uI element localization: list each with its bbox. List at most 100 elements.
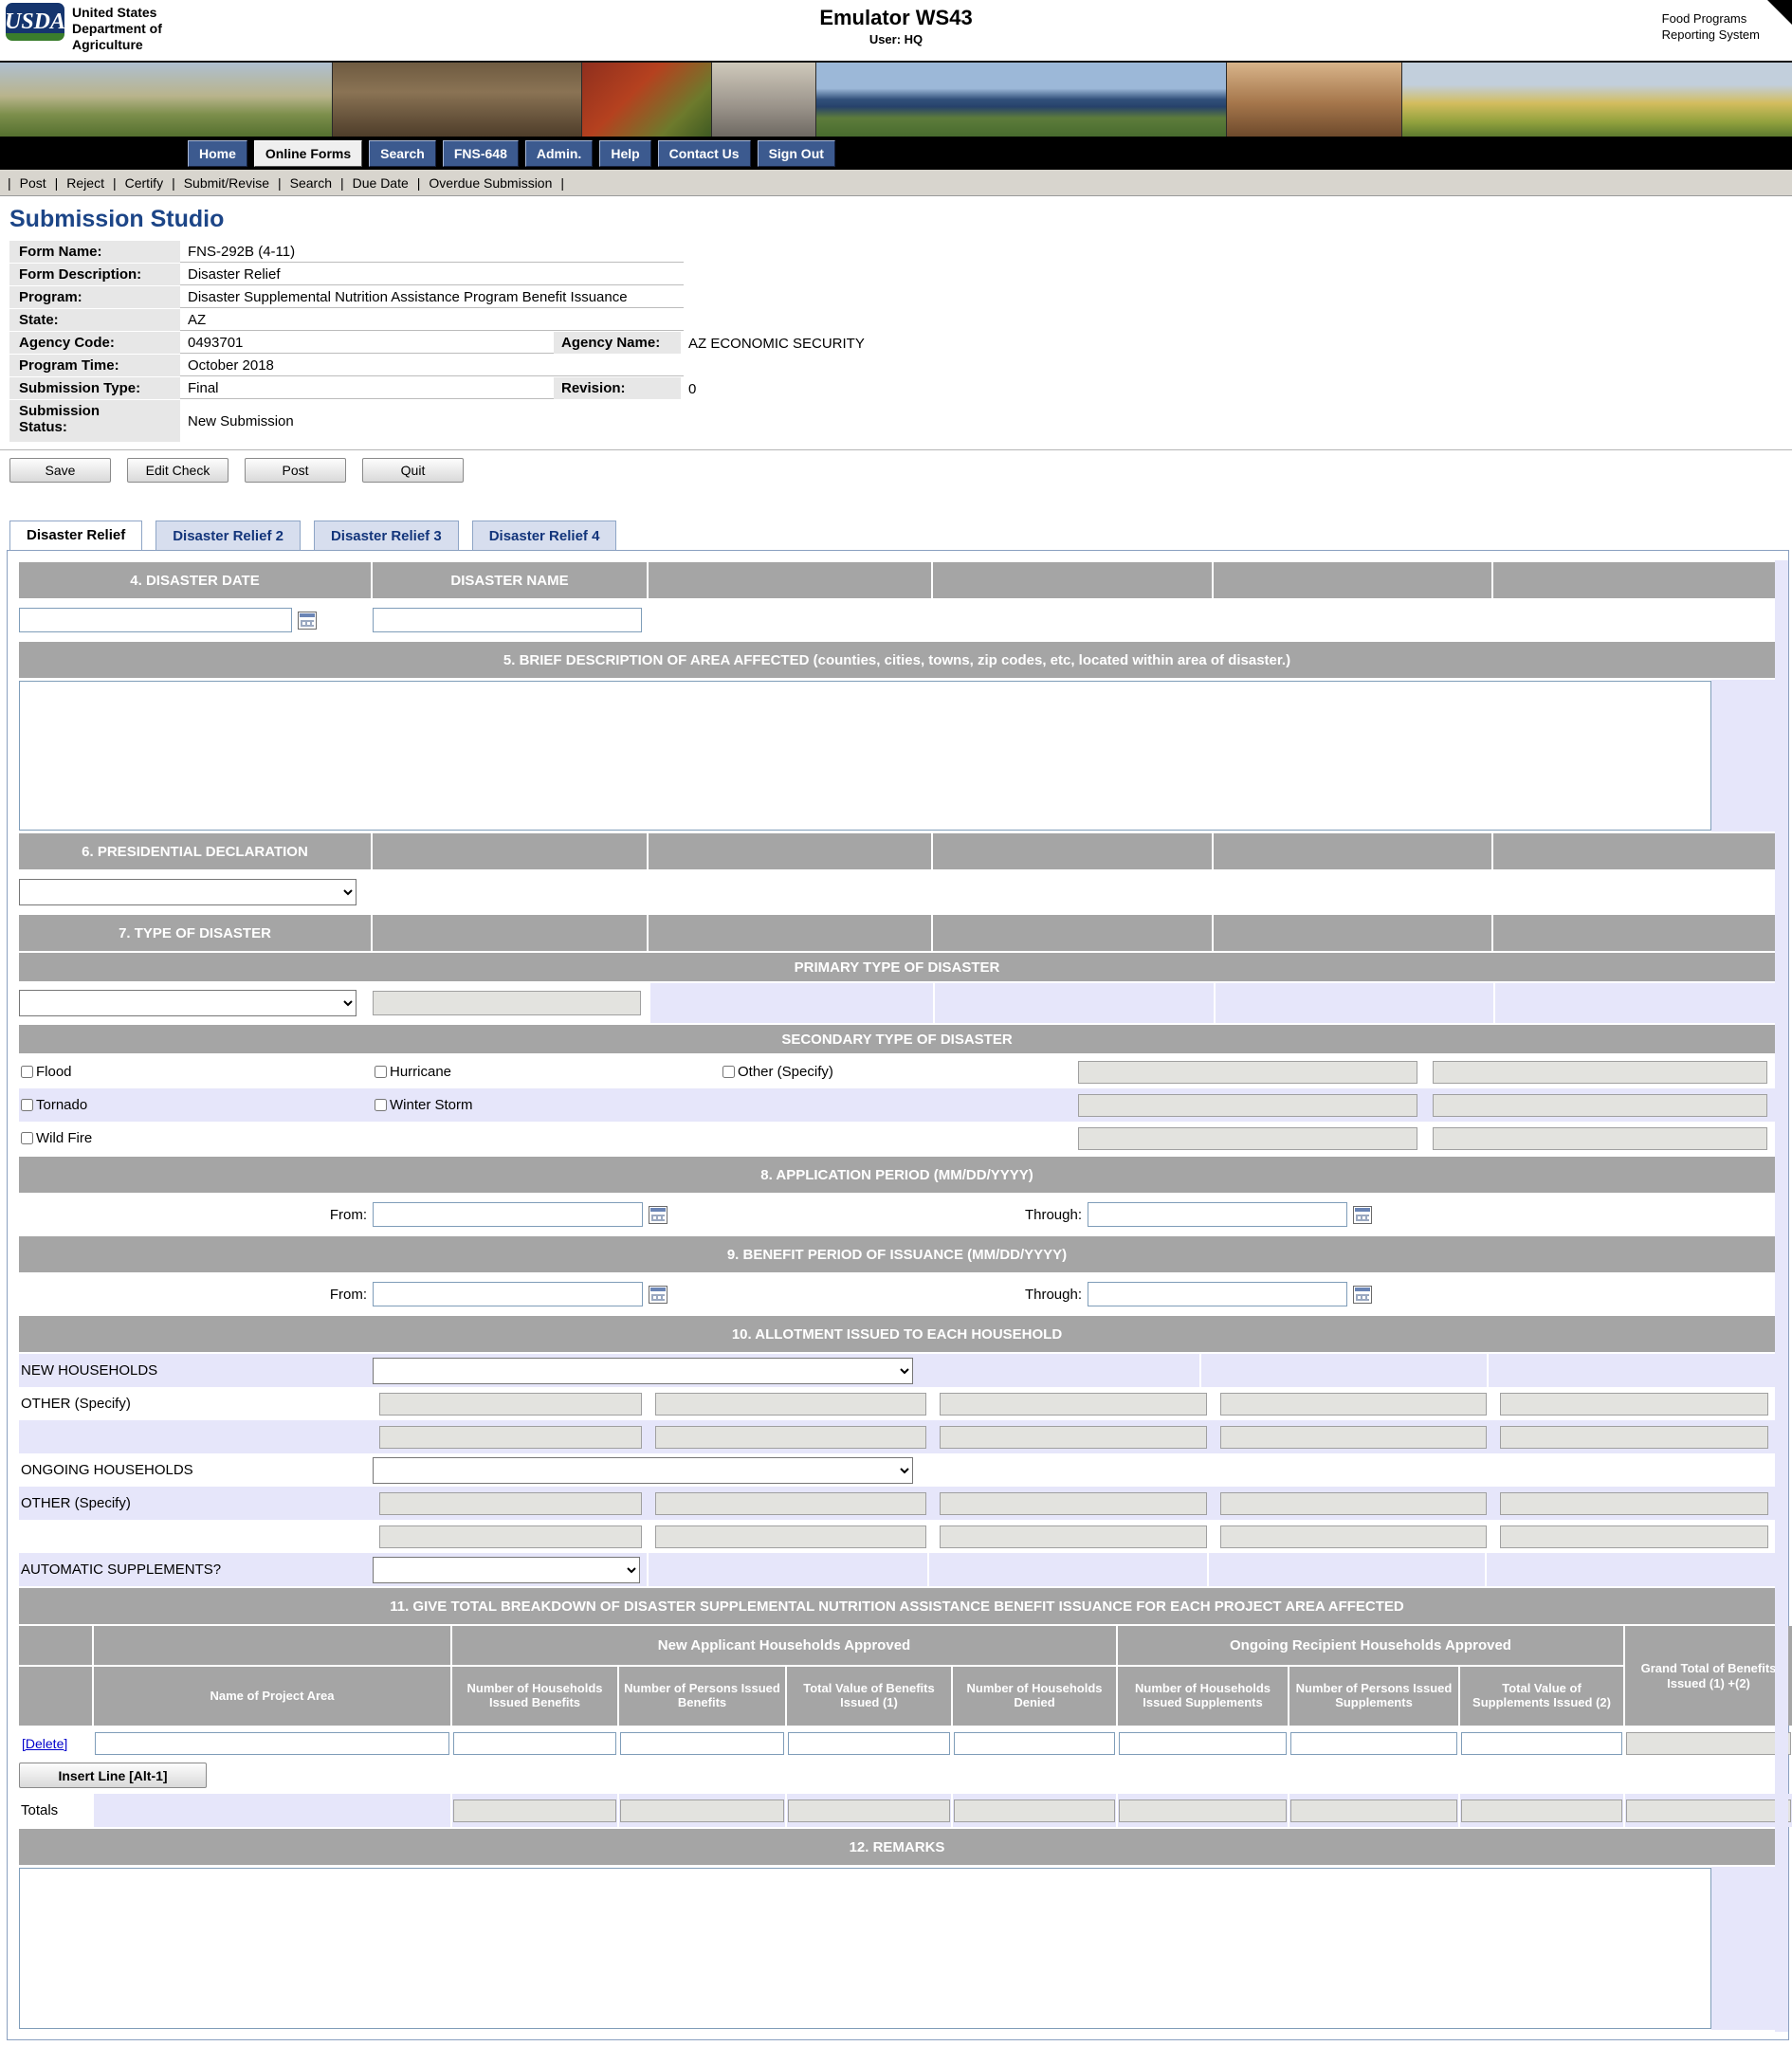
- calendar-icon[interactable]: [649, 1206, 667, 1224]
- flood-checkbox[interactable]: [21, 1066, 33, 1078]
- secondary-other-input-2b: [1433, 1094, 1767, 1117]
- nav-search[interactable]: Search: [369, 140, 436, 167]
- area-description-textarea[interactable]: [19, 681, 1711, 831]
- nav-contact-us[interactable]: Contact Us: [658, 140, 751, 167]
- toolbar-submit-revise[interactable]: Submit/Revise: [184, 175, 269, 191]
- hurricane-label: Hurricane: [390, 1064, 451, 1080]
- secondary-other-input-3a: [1078, 1127, 1417, 1150]
- disaster-name-input[interactable]: [373, 608, 642, 632]
- nav-help[interactable]: Help: [599, 140, 650, 167]
- nav-admin[interactable]: Admin.: [525, 140, 593, 167]
- produce-photo: [581, 63, 711, 137]
- delete-row-link[interactable]: [Delete]: [20, 1736, 67, 1751]
- benefit-through-input[interactable]: [1088, 1282, 1347, 1306]
- col-header-hh-denied: Number of Households Denied: [953, 1667, 1116, 1726]
- new-other-input-6: [379, 1426, 642, 1449]
- ongoing-households-allotment-select[interactable]: [373, 1457, 913, 1484]
- save-button[interactable]: Save: [9, 458, 111, 483]
- grand-total-header: Grand Total of Benefits Issued (1) +(2): [1625, 1626, 1792, 1726]
- page-title: Submission Studio: [9, 206, 1792, 233]
- info-row-submission-type: Submission Type: Final Revision: 0: [9, 377, 1773, 399]
- tab-disaster-relief-4[interactable]: Disaster Relief 4: [472, 521, 617, 550]
- system-line-2: Reporting System: [1662, 27, 1760, 44]
- separator: |: [278, 175, 282, 191]
- new-households-allotment-select[interactable]: [373, 1358, 913, 1384]
- insert-line-button[interactable]: Insert Line [Alt-1]: [19, 1763, 207, 1788]
- secondary-other-cell-3a: [1070, 1127, 1425, 1150]
- header-cell-empty: [933, 833, 1214, 869]
- tornado-checkbox[interactable]: [21, 1099, 33, 1111]
- total-value-benefits: [788, 1799, 950, 1822]
- photo-banner: [0, 61, 1792, 137]
- secondary-disaster-type-header: SECONDARY TYPE OF DISASTER: [19, 1025, 1775, 1053]
- toolbar-post[interactable]: Post: [20, 175, 46, 191]
- wild-fire-checkbox[interactable]: [21, 1132, 33, 1144]
- benefit-from-input[interactable]: [373, 1282, 643, 1306]
- project-area-name-input[interactable]: [95, 1732, 449, 1755]
- automatic-supplements-select[interactable]: [373, 1557, 640, 1583]
- col-header-total-value-supplements: Total Value of Supplements Issued (2): [1460, 1667, 1623, 1726]
- winter-storm-checkbox[interactable]: [375, 1099, 387, 1111]
- primary-disaster-type-select[interactable]: [19, 990, 357, 1016]
- section5-body: [19, 680, 1775, 831]
- col-header-persons-issued-benefits: Number of Persons Issued Benefits: [619, 1667, 785, 1726]
- section6-body: [19, 871, 1775, 913]
- presidential-declaration-select[interactable]: [19, 879, 357, 905]
- col-header-project-area: Name of Project Area: [94, 1667, 450, 1726]
- wild-fire-option: Wild Fire: [19, 1130, 373, 1146]
- hh-issued-supplements-input[interactable]: [1119, 1732, 1287, 1755]
- hh-issued-benefits-input[interactable]: [453, 1732, 616, 1755]
- disaster-date-input[interactable]: [19, 608, 292, 632]
- hurricane-checkbox[interactable]: [375, 1066, 387, 1078]
- ongoing-households-label: ONGOING HOUSEHOLDS: [19, 1462, 373, 1478]
- nav-online-forms[interactable]: Online Forms: [254, 140, 362, 167]
- toolbar-due-date[interactable]: Due Date: [353, 175, 409, 191]
- application-from-input[interactable]: [373, 1202, 643, 1227]
- edit-check-button[interactable]: Edit Check: [127, 458, 229, 483]
- remarks-textarea[interactable]: [19, 1868, 1711, 2029]
- nav-sign-out[interactable]: Sign Out: [758, 140, 835, 167]
- quit-button[interactable]: Quit: [362, 458, 464, 483]
- agency-code-label: Agency Code:: [9, 332, 180, 354]
- calendar-icon[interactable]: [1353, 1206, 1372, 1224]
- new-households-label: NEW HOUSEHOLDS: [19, 1362, 373, 1379]
- post-button[interactable]: Post: [245, 458, 346, 483]
- application-through-input[interactable]: [1088, 1202, 1347, 1227]
- col-header-hh-issued-supplements: Number of Households Issued Supplements: [1118, 1667, 1288, 1726]
- section10-header: 10. ALLOTMENT ISSUED TO EACH HOUSEHOLD: [19, 1316, 1775, 1352]
- calendar-icon[interactable]: [1353, 1286, 1372, 1304]
- total-persons-issued-benefits: [620, 1799, 784, 1822]
- empty-cell: [649, 600, 933, 640]
- tab-disaster-relief-3[interactable]: Disaster Relief 3: [314, 521, 459, 550]
- toolbar-certify[interactable]: Certify: [125, 175, 163, 191]
- total-value-supplements-input[interactable]: [1461, 1732, 1622, 1755]
- emulator-title: Emulator WS43: [0, 6, 1792, 30]
- persons-issued-benefits-input[interactable]: [620, 1732, 784, 1755]
- ongoing-other-row-2: [19, 1520, 1775, 1553]
- filler-cell: [640, 1553, 647, 1586]
- action-toolbar: | Post | Reject | Certify | Submit/Revis…: [0, 170, 1792, 196]
- persons-issued-supplements-input[interactable]: [1290, 1732, 1457, 1755]
- nav-home[interactable]: Home: [188, 140, 247, 167]
- calendar-icon[interactable]: [298, 612, 317, 630]
- info-row-submission-status: Submission Status: New Submission: [9, 400, 1773, 442]
- disaster-name-header: DISASTER NAME: [373, 562, 649, 598]
- hh-denied-input[interactable]: [954, 1732, 1115, 1755]
- ongoing-households-row: ONGOING HOUSEHOLDS: [19, 1453, 1775, 1487]
- toolbar-reject[interactable]: Reject: [66, 175, 104, 191]
- form-name-label: Form Name:: [9, 241, 180, 263]
- grand-total-input: [1626, 1732, 1791, 1755]
- totals-row: Totals: [19, 1794, 1775, 1827]
- nav-fns-648[interactable]: FNS-648: [443, 140, 519, 167]
- toolbar-search[interactable]: Search: [290, 175, 332, 191]
- tab-disaster-relief-2[interactable]: Disaster Relief 2: [155, 521, 301, 550]
- state-label: State:: [9, 309, 180, 331]
- other-specify-checkbox[interactable]: [722, 1066, 735, 1078]
- submission-status-label: Submission Status:: [9, 400, 180, 442]
- tab-disaster-relief[interactable]: Disaster Relief: [9, 521, 142, 550]
- disaster-date-cell: [19, 600, 373, 640]
- total-value-benefits-input[interactable]: [788, 1732, 950, 1755]
- calendar-icon[interactable]: [649, 1286, 667, 1304]
- secondary-other-cell-1a: [1070, 1061, 1425, 1084]
- toolbar-overdue-submission[interactable]: Overdue Submission: [429, 175, 552, 191]
